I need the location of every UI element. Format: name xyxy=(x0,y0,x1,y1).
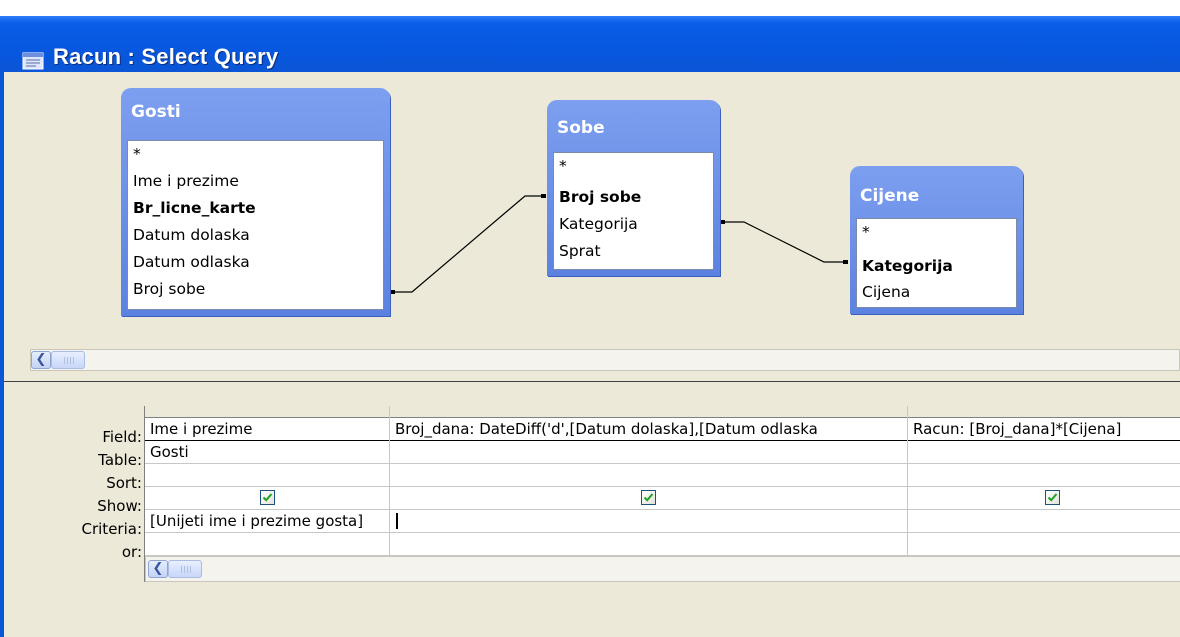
upper-horizontal-scrollbar[interactable]: ❮ xyxy=(30,349,1180,371)
scrollbar-thumb[interactable] xyxy=(168,560,202,578)
row-label-sort: Sort: xyxy=(106,474,142,492)
table-cell[interactable] xyxy=(390,441,907,464)
show-cell[interactable] xyxy=(145,487,389,510)
field-item[interactable]: * xyxy=(559,157,567,175)
criteria-cell[interactable] xyxy=(908,510,1180,533)
field-item[interactable]: Sprat xyxy=(559,242,601,260)
field-list-title: Cijene xyxy=(860,186,920,206)
table-cell[interactable]: Gosti xyxy=(145,441,389,464)
sort-cell[interactable] xyxy=(390,464,907,487)
row-label-field: Field: xyxy=(102,428,142,446)
field-item[interactable]: Cijena xyxy=(862,283,910,301)
field-list-title: Gosti xyxy=(131,102,181,122)
field-item-primary-key[interactable]: Kategorija xyxy=(862,257,953,275)
field-item[interactable]: Ime i prezime xyxy=(133,172,239,190)
field-cell[interactable]: Ime i prezime xyxy=(145,418,389,441)
show-cell[interactable] xyxy=(390,487,907,510)
field-list-gosti[interactable]: Gosti * Ime i prezime Br_licne_karte Dat… xyxy=(121,88,390,316)
relationship-line-gosti-sobe xyxy=(390,195,545,293)
or-cell[interactable] xyxy=(908,533,1180,556)
checkmark-icon xyxy=(262,493,273,502)
criteria-cell[interactable] xyxy=(390,510,907,533)
field-item-primary-key[interactable]: Br_licne_karte xyxy=(133,199,256,217)
field-list-body: * Kategorija Cijena xyxy=(856,218,1017,308)
column-selector[interactable] xyxy=(145,406,389,418)
field-cell[interactable]: Broj_dana: DateDiff('d',[Datum dolaska],… xyxy=(390,418,907,441)
text-cursor xyxy=(396,513,398,529)
show-checkbox[interactable] xyxy=(1045,490,1060,505)
show-checkbox[interactable] xyxy=(260,490,275,505)
field-list-title: Sobe xyxy=(557,118,605,138)
field-list-body: * Ime i prezime Br_licne_karte Datum dol… xyxy=(127,140,384,310)
scroll-left-arrow-icon[interactable]: ❮ xyxy=(31,351,51,369)
or-cell[interactable] xyxy=(390,533,907,556)
field-item[interactable]: Kategorija xyxy=(559,215,638,233)
query-window-icon xyxy=(22,52,44,70)
table-cell[interactable] xyxy=(908,441,1180,464)
row-label-table: Table: xyxy=(98,451,142,469)
title-bar[interactable]: Racun : Select Query xyxy=(0,16,1180,72)
row-label-criteria: Criteria: xyxy=(81,520,143,538)
grid-horizontal-scrollbar[interactable]: ❮ xyxy=(145,556,1180,582)
show-checkbox[interactable] xyxy=(641,490,656,505)
column-selector[interactable] xyxy=(908,406,1180,418)
field-list-sobe[interactable]: Sobe * Broj sobe Kategorija Sprat xyxy=(547,100,720,276)
field-list-body: * Broj sobe Kategorija Sprat xyxy=(553,152,714,270)
table-design-pane[interactable]: Gosti * Ime i prezime Br_licne_karte Dat… xyxy=(0,72,1180,382)
field-item[interactable]: * xyxy=(862,223,870,241)
checkmark-icon xyxy=(1047,493,1058,502)
sort-cell[interactable] xyxy=(145,464,389,487)
query-design-grid-pane[interactable]: Field: Table: Sort: Show: Criteria: or: … xyxy=(0,382,1180,637)
field-item[interactable]: Datum dolaska xyxy=(133,226,250,244)
scrollbar-thumb[interactable] xyxy=(51,351,85,369)
field-item[interactable]: * xyxy=(133,145,141,163)
grid-columns: Ime i prezime Gosti [Unijeti ime i prezi… xyxy=(144,406,1180,582)
query-window: Racun : Select Query Gosti * Ime i prezi… xyxy=(0,0,1180,637)
field-item-primary-key[interactable]: Broj sobe xyxy=(559,188,641,206)
field-cell[interactable]: Racun: [Broj_dana]*[Cijena] xyxy=(908,418,1180,441)
relationship-line-sobe-cijene xyxy=(720,221,847,263)
window-title: Racun : Select Query xyxy=(53,44,279,69)
field-item[interactable]: Broj sobe xyxy=(133,280,205,298)
scroll-left-arrow-icon[interactable]: ❮ xyxy=(148,560,168,578)
checkmark-icon xyxy=(643,493,654,502)
row-label-or: or: xyxy=(121,543,142,561)
row-label-show: Show: xyxy=(97,497,142,515)
show-cell[interactable] xyxy=(908,487,1180,510)
field-list-cijene[interactable]: Cijene * Kategorija Cijena xyxy=(850,166,1023,314)
column-selector[interactable] xyxy=(390,406,907,418)
or-cell[interactable] xyxy=(145,533,389,556)
criteria-cell[interactable]: [Unijeti ime i prezime gosta] xyxy=(145,510,389,533)
sort-cell[interactable] xyxy=(908,464,1180,487)
query-design-grid: Field: Table: Sort: Show: Criteria: or: … xyxy=(20,406,1180,606)
field-item[interactable]: Datum odlaska xyxy=(133,253,250,271)
